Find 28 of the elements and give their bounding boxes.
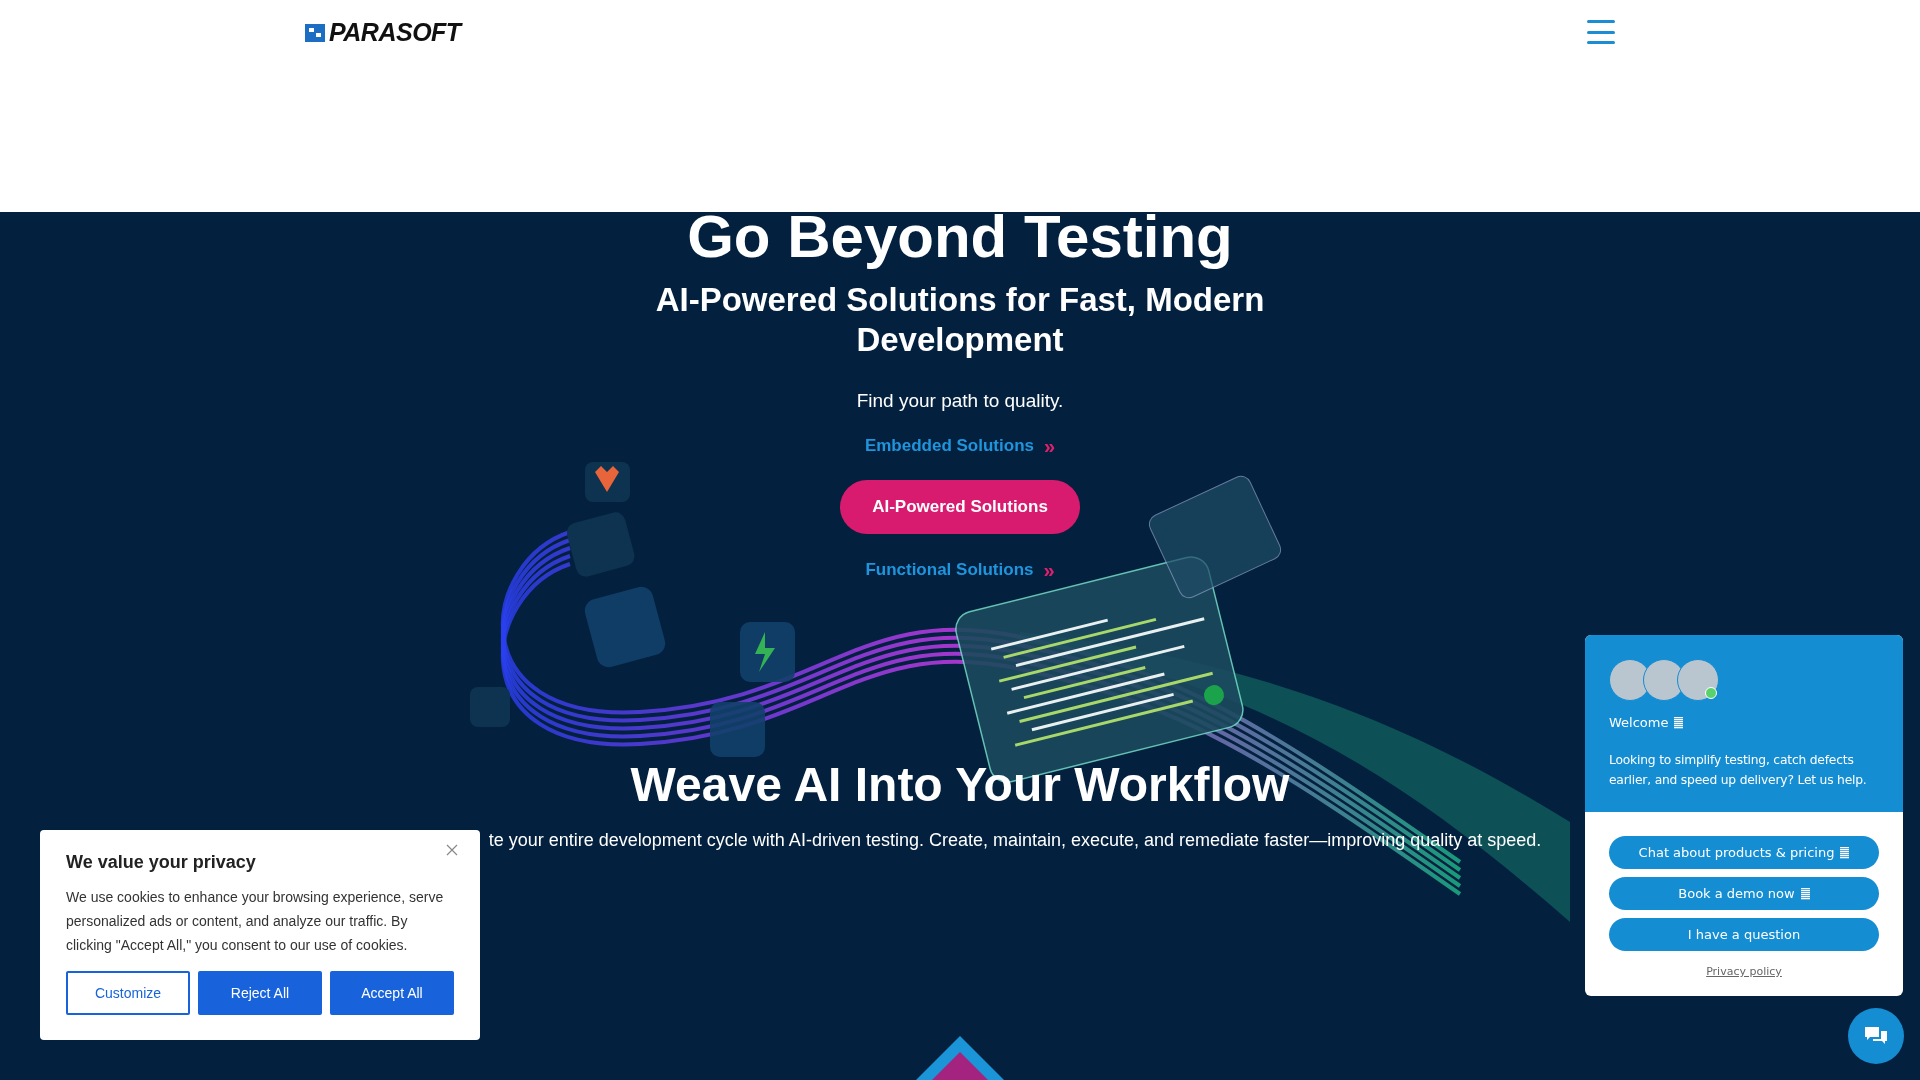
- hero-tagline: Find your path to quality.: [856, 390, 1064, 412]
- menu-icon[interactable]: [1587, 20, 1615, 44]
- close-icon[interactable]: [446, 844, 458, 856]
- chat-icon: [1864, 1026, 1888, 1046]
- cookie-button[interactable]: Reject All: [198, 971, 322, 1015]
- chat-option-button[interactable]: Book a demo now: [1609, 877, 1879, 910]
- privacy-policy-link[interactable]: Privacy policy: [1706, 965, 1782, 978]
- logo-icon: [305, 23, 325, 42]
- hero-subtitle: AI-Powered Solutions for Fast, Modern Development: [654, 280, 1266, 360]
- chat-message: Looking to simplify testing, catch defects earlier, and speed up delivery? Let us help.: [1609, 752, 1868, 789]
- list-icon: [1674, 716, 1684, 729]
- triangle-logo-icon: [916, 1036, 1004, 1080]
- cookie-title: We value your privacy: [66, 852, 257, 873]
- solutions-link[interactable]: Embedded Solutions »: [864, 424, 1056, 468]
- section-heading: Weave AI Into Your Workflow: [630, 757, 1290, 812]
- chat-greeting: Welcome: [1609, 715, 1669, 730]
- cookie-button[interactable]: Accept All: [330, 971, 454, 1015]
- chat-option-button[interactable]: I have a question: [1609, 918, 1879, 951]
- solutions-button[interactable]: AI-Powered Solutions: [840, 480, 1080, 534]
- cookie-text: We use cookies to enhance your browsing experience, serve personalized ads or content, and analyze our traffic. By clicking "Accept All," you consent to our use of cookies.: [66, 888, 445, 955]
- chat-launcher-button[interactable]: [1848, 1008, 1904, 1064]
- cookie-button[interactable]: Customize: [66, 971, 190, 1015]
- section-description: te your entire development cycle with AI-driven testing. Create, maintain, execute, and remediate faster—improving quality at speed.: [488, 830, 1542, 851]
- solutions-link[interactable]: Functional Solutions »: [865, 548, 1055, 592]
- avatar: [1677, 659, 1719, 701]
- hero-title: Go Beyond Testing: [687, 204, 1233, 270]
- chat-option-button[interactable]: Chat about products & pricing: [1609, 836, 1879, 869]
- logo-text[interactable]: PARASOFT: [329, 18, 461, 47]
